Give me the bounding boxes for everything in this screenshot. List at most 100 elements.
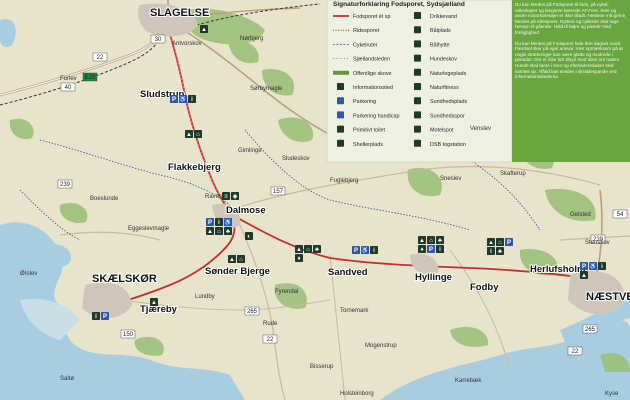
town-label-herlufsholm[interactable]: Herlufsholm (529, 263, 586, 276)
legend-fire-icon (414, 26, 421, 34)
place-label: Skafterup (500, 171, 526, 177)
town-label-tjaereby[interactable]: Tjæreby (139, 303, 179, 316)
facility-glyph: ⌂ (306, 247, 310, 253)
place-label: Fuglebjerg (330, 178, 358, 184)
place-label: Mogenstrup (365, 343, 397, 349)
road-number: E20 (85, 75, 96, 81)
facility-glyph: ♿ (224, 218, 232, 226)
facility-glyph: ◐ (247, 234, 251, 240)
legend-label: Fodsporet ét sp (353, 14, 390, 20)
facility-glyph: ♦ (420, 247, 423, 253)
legend-info-icon (337, 83, 344, 90)
legend-health-trail-icon (414, 111, 421, 119)
place-label: Tornemark (340, 308, 369, 314)
place-label: Rude (263, 321, 278, 327)
legend-label: Naturfitness (430, 85, 459, 91)
map-canvas[interactable]: Signaturforklaring Fodsporet, Sydsjællan… (0, 0, 630, 400)
legend-parking-icon (337, 97, 344, 105)
place-label: Boeslunde (90, 196, 119, 202)
road-number: 265 (585, 327, 596, 333)
facility-glyph: ♣ (315, 247, 319, 253)
facility-glyph: P (582, 264, 586, 270)
place-label: Stenskov (585, 240, 610, 246)
road-number: 30 (155, 37, 162, 43)
facility-glyph: P (208, 220, 212, 226)
town-label-slagelse[interactable]: SLAGELSE (149, 6, 210, 20)
town-label-sandved[interactable]: Sandved (327, 266, 369, 279)
facility-glyph: ▲ (186, 132, 192, 138)
facility-glyph: ⌂ (196, 132, 200, 138)
town-label-skaelskor[interactable]: SKÆLSKØR (91, 272, 158, 286)
place-label: Sørbymagle (250, 86, 283, 92)
legend-label: Primitivt toilet (353, 128, 386, 134)
place-label: Saltø (60, 376, 74, 382)
road-number: 22 (572, 349, 579, 355)
legend-label: Motelspot (430, 128, 454, 134)
town-label-sonderbjerge[interactable]: Sønder Bjerge (204, 265, 271, 278)
facility-glyph: P (172, 97, 176, 103)
town-label-fodby[interactable]: Fodby (469, 281, 500, 294)
town-label-naestved[interactable]: NÆSTVED (585, 290, 630, 304)
road-number: 150 (123, 332, 134, 338)
town-label-dalmose[interactable]: Dalmose (225, 204, 267, 217)
info-panel-text: Du kan færdes på Fodsporet til fods, på … (515, 2, 627, 160)
facility-glyph: ≡ (224, 194, 228, 200)
town-label-hyllinge[interactable]: Hyllinge (414, 271, 453, 284)
place-label: Bisserup (310, 364, 334, 370)
facility-glyph: ♿ (179, 95, 187, 103)
place-label: Nørbjerg (240, 36, 263, 42)
place-label: Sneslev (440, 176, 461, 182)
facility-glyph: ♿ (589, 262, 597, 270)
facility-glyph: ▲ (419, 238, 425, 244)
legend-label: Naturlegeplads (430, 71, 467, 77)
place-label: Kyse (605, 391, 619, 397)
legend-label: Cykelruter (353, 42, 378, 48)
place-label: Fyrendal (275, 289, 298, 295)
place-label: Eggeslevmagle (128, 226, 170, 232)
legend-dog-icon (414, 54, 421, 62)
legend-green-bar-icon (333, 70, 349, 75)
facility-glyph: ♣ (498, 249, 502, 255)
place-label: Venslev (470, 126, 491, 132)
legend-label: Ridesporet (353, 28, 380, 34)
facility-glyph: ▲ (581, 273, 587, 279)
place-label: Holsteinborg (340, 391, 374, 397)
facility-glyph: ⌂ (239, 257, 243, 263)
legend-label: Drikkevand (430, 14, 457, 20)
facility-glyph: ▲ (296, 247, 302, 253)
place-label: Antvorskov (172, 41, 202, 47)
road-number: 40 (65, 85, 72, 91)
town-label-flakkebjerg[interactable]: Flakkebjerg (167, 161, 222, 174)
legend-title: Signaturforklaring Fodsporet, Sydsjællan… (333, 1, 465, 8)
facility-glyph: ♿ (361, 246, 369, 254)
legend-hut-icon (414, 40, 421, 48)
legend-label: Sundhedsplads (430, 99, 467, 105)
facility-glyph: ♣ (226, 229, 230, 235)
legend-label: Hundeskov (430, 57, 457, 63)
place-label: Lundby (195, 294, 215, 300)
legend-shelter-icon (337, 139, 344, 147)
legend-label: Bålhytte (430, 41, 449, 48)
facility-glyph: ⌂ (498, 240, 502, 246)
facility-glyph: ♣ (438, 238, 442, 244)
place-label: Ørslev (20, 271, 37, 277)
road-number: 157 (273, 189, 284, 195)
place-label: Karrebæk (455, 378, 482, 384)
facility-glyph: P (103, 314, 107, 320)
legend-label: Parkering (353, 99, 376, 105)
facility-glyph: ⌂ (429, 238, 433, 244)
road-number: 22 (97, 55, 104, 61)
legend-label: Parkering handicap (353, 113, 399, 119)
road-number: 265 (247, 309, 258, 315)
legend-label: Sjællandsleden (353, 57, 390, 63)
place-label: Gimlinge (238, 148, 262, 154)
info-paragraph-2: Du kan færdes på Fodsporet hele året døg… (515, 40, 623, 80)
legend-label: Bålplads (430, 27, 451, 34)
legend-toilet-icon (337, 125, 344, 133)
place-label: Sludeskov (282, 156, 310, 162)
info-paragraph-1: Du kan færdes på Fodsporet til fods, på … (515, 2, 626, 35)
legend-label: Informationssted (353, 85, 393, 91)
facility-glyph: ♦ (297, 256, 300, 262)
facility-glyph: ▲ (201, 27, 207, 33)
legend-water-icon (414, 12, 421, 19)
